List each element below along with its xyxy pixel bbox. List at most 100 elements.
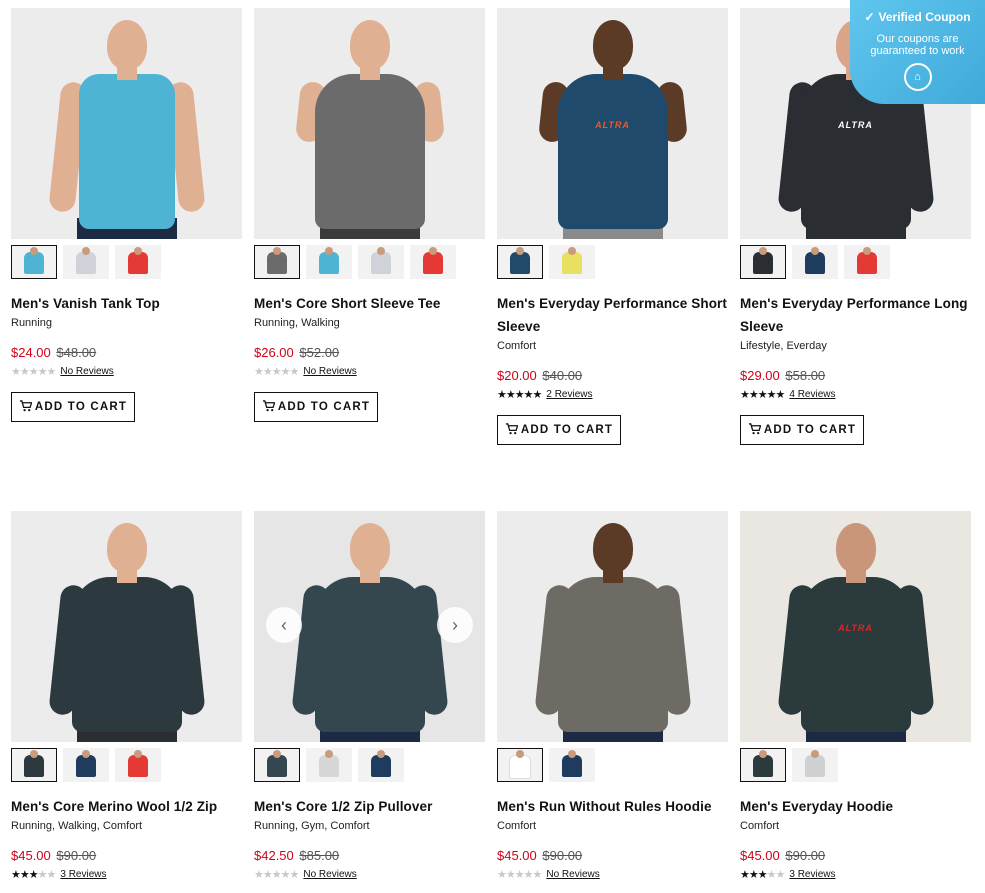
star-icon: ★: [748, 868, 759, 881]
color-swatch[interactable]: [549, 748, 595, 782]
color-swatch[interactable]: [254, 245, 300, 279]
add-to-cart-label: ADD TO CART: [763, 424, 857, 436]
color-swatch[interactable]: [497, 245, 543, 279]
color-swatch[interactable]: [306, 245, 352, 279]
reviews-link[interactable]: No Reviews: [303, 869, 356, 880]
color-swatch[interactable]: [497, 748, 543, 782]
product-categories: Comfort: [497, 340, 537, 352]
product-rating: ★ ★ ★ ★ ★ No Reviews: [254, 867, 485, 881]
color-swatches: [254, 245, 485, 281]
color-swatch[interactable]: [358, 245, 404, 279]
color-swatch[interactable]: [792, 245, 838, 279]
star-icon: ★: [740, 868, 750, 881]
product-name[interactable]: Men's Everyday Performance Long Sleeve: [740, 292, 971, 338]
add-to-cart-button[interactable]: ADD TO CART: [497, 415, 621, 445]
star-icon: ★: [757, 868, 768, 881]
color-swatch[interactable]: [792, 748, 838, 782]
original-price: $90.00: [56, 848, 97, 863]
star-icon: ★: [766, 388, 777, 401]
star-icon: ★: [46, 868, 57, 881]
star-icon: ★: [11, 868, 21, 881]
prev-image-button[interactable]: ‹: [266, 607, 302, 643]
color-swatch[interactable]: [740, 748, 786, 782]
product-name[interactable]: Men's Core Short Sleeve Tee: [254, 292, 485, 315]
color-swatch[interactable]: [358, 748, 404, 782]
reviews-link[interactable]: 3 Reviews: [60, 869, 106, 880]
star-icon: ★: [775, 868, 786, 881]
cart-icon: [262, 399, 276, 415]
product-image[interactable]: [11, 8, 242, 239]
product-card[interactable]: Men's Core Short Sleeve Tee Running, Wal…: [254, 8, 485, 511]
star-icon: ★: [532, 868, 543, 881]
coupon-title: Verified Coupon: [878, 10, 971, 24]
star-icon: ★: [254, 365, 264, 378]
star-icon: ★: [262, 365, 273, 378]
product-card[interactable]: ‹ › Men's Core 1/2 Zip Pullover Running, …: [254, 511, 485, 881]
product-card[interactable]: Men's Core Merino Wool 1/2 Zip Running, …: [11, 511, 242, 881]
reviews-link[interactable]: 2 Reviews: [546, 389, 592, 400]
check-circle-icon: ✓: [864, 10, 875, 24]
product-name[interactable]: Men's Core 1/2 Zip Pullover: [254, 795, 485, 818]
product-image[interactable]: [497, 511, 728, 742]
original-price: $48.00: [56, 345, 97, 360]
color-swatch[interactable]: [306, 748, 352, 782]
reviews-link[interactable]: 3 Reviews: [789, 869, 835, 880]
product-price: $45.00 $90.00: [497, 847, 728, 865]
sale-price: $45.00: [497, 848, 537, 863]
color-swatch[interactable]: [549, 245, 595, 279]
star-icon: ★: [523, 388, 534, 401]
star-icon: ★: [37, 365, 48, 378]
product-card[interactable]: ALTRA Men's Everyday Performance Short S…: [497, 8, 728, 511]
add-to-cart-button[interactable]: ADD TO CART: [740, 415, 864, 445]
star-rating: ★ ★ ★ ★ ★: [11, 868, 57, 881]
color-swatch[interactable]: [115, 748, 161, 782]
product-price: $20.00 $40.00: [497, 367, 728, 385]
star-icon: ★: [748, 388, 759, 401]
reviews-link[interactable]: No Reviews: [546, 869, 599, 880]
product-card[interactable]: Men's Run Without Rules Hoodie Comfort $…: [497, 511, 728, 881]
product-rating: ★ ★ ★ ★ ★ 2 Reviews: [497, 387, 728, 401]
product-image[interactable]: ALTRA: [740, 511, 971, 742]
star-icon: ★: [19, 868, 30, 881]
product-name[interactable]: Men's Run Without Rules Hoodie: [497, 795, 728, 818]
reviews-link[interactable]: 4 Reviews: [789, 389, 835, 400]
product-card[interactable]: Men's Vanish Tank Top Running $24.00 $48…: [11, 8, 242, 511]
color-swatch[interactable]: [844, 245, 890, 279]
product-image[interactable]: [11, 511, 242, 742]
product-image[interactable]: ‹ ›: [254, 511, 485, 742]
color-swatch[interactable]: [115, 245, 161, 279]
star-icon: ★: [497, 388, 507, 401]
color-swatch[interactable]: [254, 748, 300, 782]
star-rating: ★ ★ ★ ★ ★: [254, 365, 299, 378]
star-icon: ★: [766, 868, 777, 881]
next-image-button[interactable]: ›: [437, 607, 473, 643]
reviews-link[interactable]: No Reviews: [60, 366, 113, 377]
star-icon: ★: [514, 388, 525, 401]
product-name[interactable]: Men's Core Merino Wool 1/2 Zip: [11, 795, 242, 818]
color-swatch[interactable]: [63, 748, 109, 782]
reviews-link[interactable]: No Reviews: [303, 366, 356, 377]
product-image[interactable]: ALTRA: [497, 8, 728, 239]
color-swatches: [740, 748, 971, 784]
star-icon: ★: [28, 365, 39, 378]
product-name[interactable]: Men's Vanish Tank Top: [11, 292, 242, 315]
color-swatch[interactable]: [740, 245, 786, 279]
sale-price: $24.00: [11, 345, 51, 360]
star-rating: ★ ★ ★ ★ ★: [254, 868, 299, 881]
color-swatch[interactable]: [63, 245, 109, 279]
brand-logo: ALTRA: [838, 623, 873, 633]
product-name[interactable]: Men's Everyday Performance Short Sleeve: [497, 292, 728, 338]
product-card[interactable]: ALTRA Men's Everyday Hoodie Comfort $45.…: [740, 511, 971, 881]
add-to-cart-button[interactable]: ADD TO CART: [254, 392, 378, 422]
star-icon: ★: [532, 388, 543, 401]
color-swatch[interactable]: [11, 748, 57, 782]
color-swatch[interactable]: [410, 245, 456, 279]
product-image[interactable]: [254, 8, 485, 239]
brand-logo: ALTRA: [595, 120, 630, 130]
verified-coupon-badge[interactable]: ✓ Verified Coupon Our coupons are guarant…: [850, 0, 985, 104]
product-rating: ★ ★ ★ ★ ★ 4 Reviews: [740, 387, 971, 401]
product-name[interactable]: Men's Everyday Hoodie: [740, 795, 971, 818]
color-swatch[interactable]: [11, 245, 57, 279]
add-to-cart-button[interactable]: ADD TO CART: [11, 392, 135, 422]
original-price: $52.00: [299, 345, 340, 360]
